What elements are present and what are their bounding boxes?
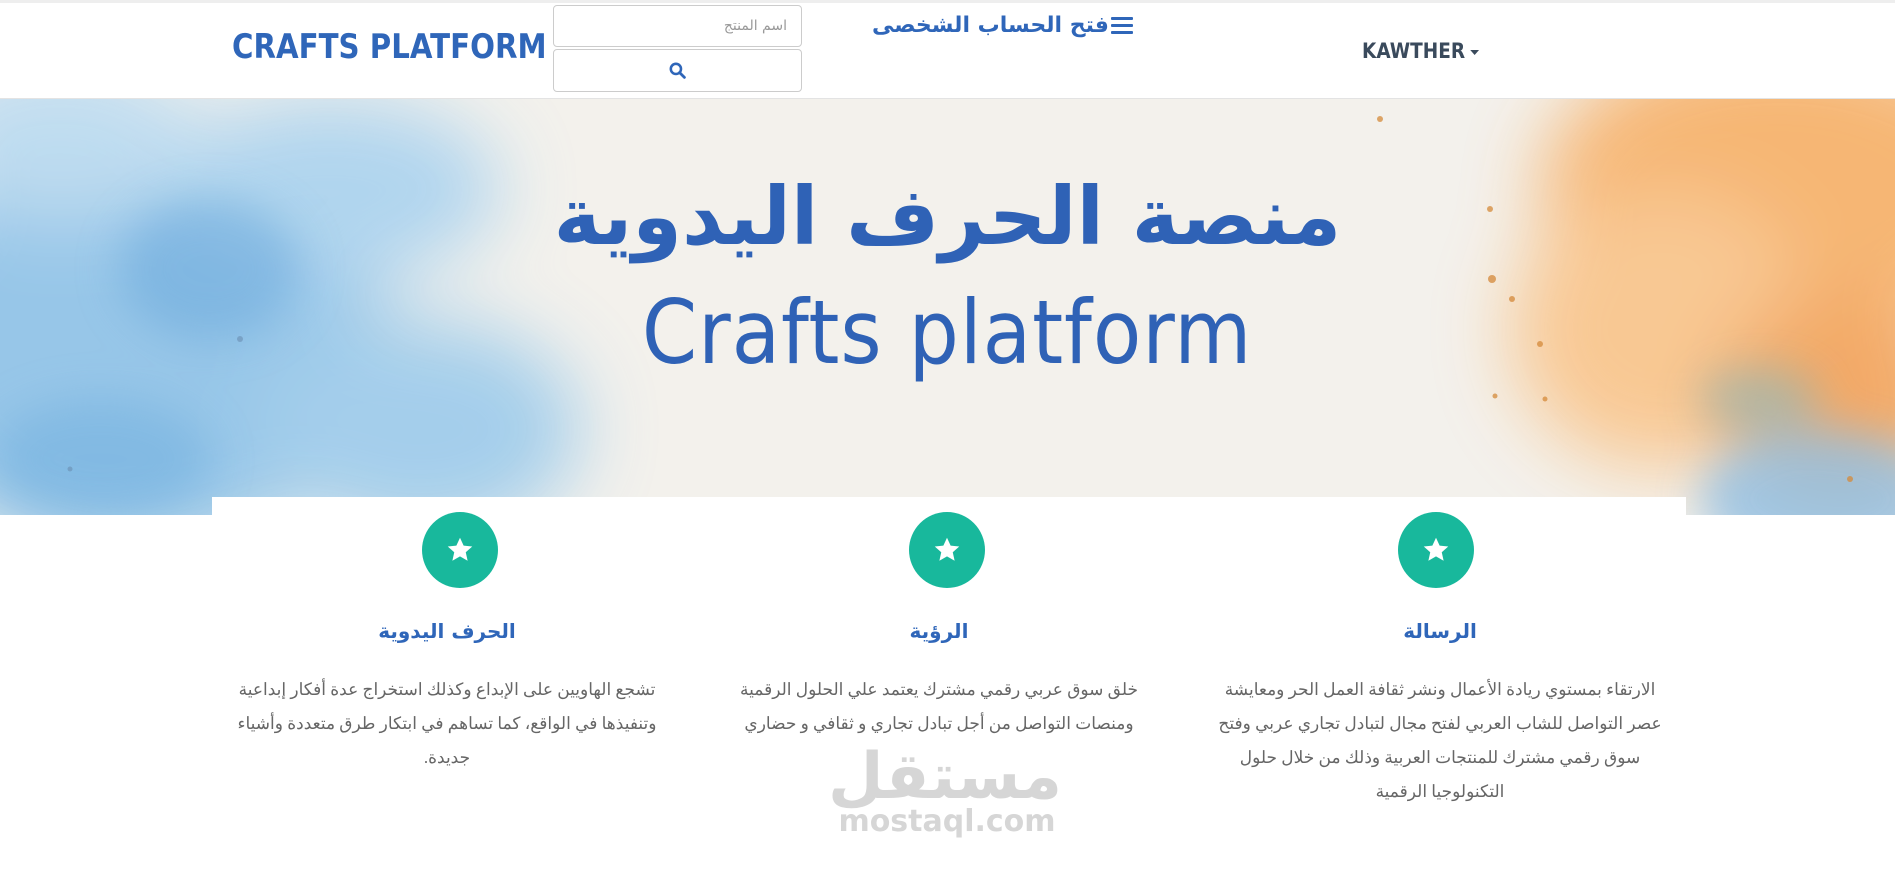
feature-title: الرؤية <box>909 619 969 643</box>
star-icon <box>1423 537 1449 561</box>
star-icon <box>447 537 473 561</box>
feature-badge <box>1398 512 1474 588</box>
search-icon <box>669 62 686 79</box>
hero-title-arabic: منصة الحرف اليدوية <box>553 170 1342 263</box>
search-button[interactable] <box>553 49 802 92</box>
watermark-arabic: مستقل <box>827 740 1062 814</box>
user-menu-dropdown[interactable]: KAWTHER <box>1362 39 1480 63</box>
open-profile-label: فتح الحساب الشخصى <box>872 13 1109 38</box>
top-navbar: CRAFTS PLATFORM فتح الحساب الشخصى KAWTHE… <box>0 0 1895 99</box>
feature-title: الحرف اليدوية <box>378 619 516 643</box>
hamburger-menu-icon <box>1110 16 1133 36</box>
feature-description: خلق سوق عربي رقمي مشترك يعتمد علي الحلول… <box>740 680 1138 733</box>
hero-banner: منصة الحرف اليدوية Crafts platform <box>0 99 1895 515</box>
mostaql-watermark: مستقل mostaql.com <box>827 740 1062 839</box>
open-profile-link[interactable]: فتح الحساب الشخصى <box>872 13 1133 38</box>
feature-description: تشجع الهاويين على الإبداع وكذلك استخراج … <box>237 680 657 767</box>
hero-title-english-text: Crafts platform <box>642 281 1253 384</box>
watermark-english: mostaql.com <box>838 804 1056 839</box>
feature-description: الارتقاء بمستوي ريادة الأعمال ونشر ثقافة… <box>1218 680 1662 801</box>
feature-badge <box>422 512 498 588</box>
search-input[interactable] <box>553 5 802 47</box>
user-name: KAWTHER <box>1362 39 1466 63</box>
star-icon <box>934 537 960 561</box>
feature-badge <box>909 512 985 588</box>
brand-logo[interactable]: CRAFTS PLATFORM <box>232 27 547 67</box>
feature-title: الرسالة <box>1403 619 1477 643</box>
hero-title-english: Crafts platform <box>0 289 1895 377</box>
caret-down-icon <box>1470 49 1480 55</box>
